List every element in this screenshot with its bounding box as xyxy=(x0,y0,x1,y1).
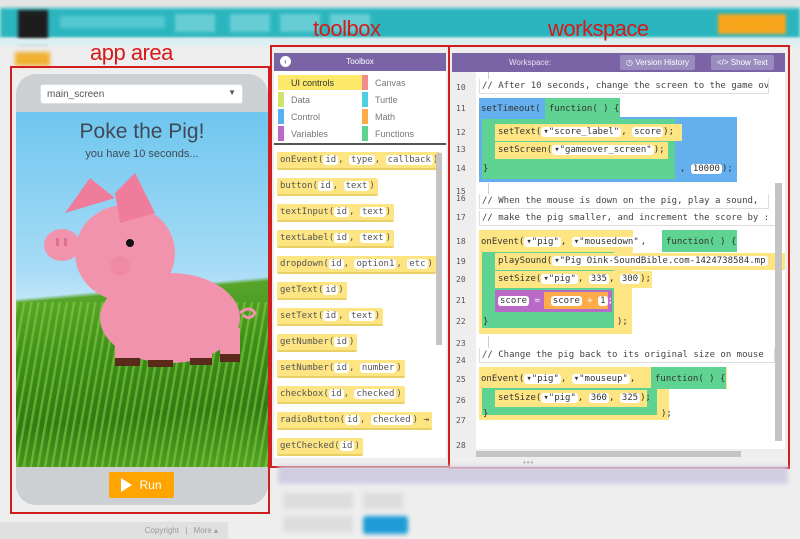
annotation-box-toolbox xyxy=(270,45,450,468)
debug-console-area xyxy=(278,466,788,539)
header-button[interactable] xyxy=(230,14,270,32)
more-link[interactable]: More ▴ xyxy=(194,526,218,535)
footer-separator: | xyxy=(185,526,188,535)
debug-header xyxy=(278,466,788,484)
annotation-toolbox: toolbox xyxy=(313,16,381,41)
annotation-box-app-area xyxy=(10,66,270,514)
debug-button[interactable] xyxy=(363,493,403,509)
site-header xyxy=(0,8,800,44)
footer: Copyright | More ▴ xyxy=(0,522,228,539)
browser-top-bar xyxy=(0,0,800,8)
header-button[interactable] xyxy=(175,14,215,32)
annotation-app-area: app area xyxy=(90,40,173,65)
debug-button[interactable] xyxy=(283,516,353,532)
copyright-link[interactable]: Copyright xyxy=(145,526,179,535)
debug-primary-button[interactable] xyxy=(363,516,408,534)
debug-button[interactable] xyxy=(283,493,353,509)
annotation-workspace: workspace xyxy=(548,16,649,41)
project-name[interactable] xyxy=(60,16,165,28)
annotation-box-workspace xyxy=(448,45,790,469)
header-action-button[interactable] xyxy=(718,14,786,34)
app-size-toggle[interactable] xyxy=(15,52,50,66)
